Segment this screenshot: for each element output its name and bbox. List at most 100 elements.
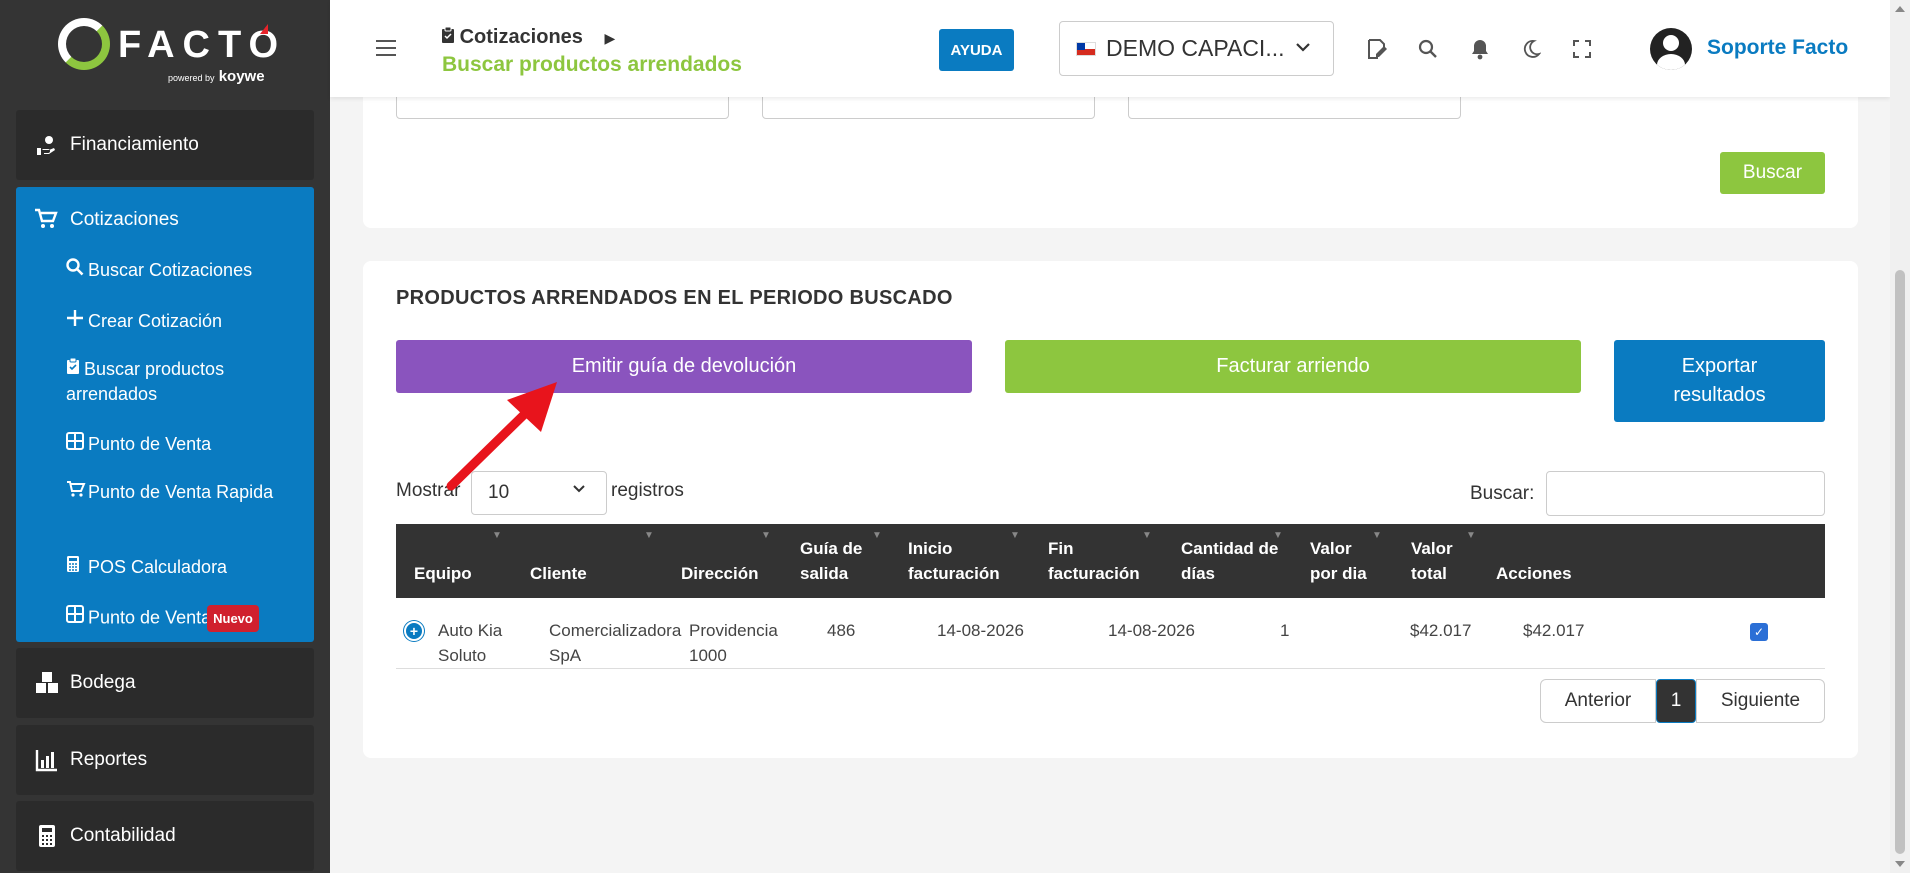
col-fin[interactable]: Fin facturación — [1048, 536, 1140, 586]
sort-icon: ▼ — [1142, 530, 1152, 541]
sidebar-item-cotizaciones[interactable]: Cotizaciones — [16, 208, 179, 231]
calculator-icon — [34, 823, 60, 849]
chevron-down-icon — [1295, 39, 1311, 60]
col-valor-total[interactable]: Valor total — [1411, 536, 1453, 586]
scrollbar-thumb[interactable] — [1895, 270, 1905, 854]
facto-logo[interactable]: FACTO powered by koywe — [58, 18, 278, 88]
user-name[interactable]: Soporte Facto — [1707, 36, 1848, 60]
grid-icon — [66, 605, 88, 630]
col-cliente[interactable]: Cliente — [530, 561, 587, 586]
sort-icon: ▼ — [761, 530, 771, 541]
export-results-button[interactable]: Exportar resultados — [1614, 340, 1825, 422]
clipboard-icon — [442, 26, 460, 48]
table-header: Equipo ▼ Cliente ▼ Dirección ▼ Guía de sa… — [396, 524, 1825, 598]
col-equipo[interactable]: Equipo — [414, 561, 472, 586]
results-card: PRODUCTOS ARRENDADOS EN EL PERIODO BUSCA… — [363, 261, 1858, 758]
sort-icon: ▼ — [492, 530, 502, 541]
user-avatar[interactable] — [1650, 28, 1692, 70]
col-acciones: Acciones — [1496, 564, 1572, 583]
sort-icon: ▼ — [1466, 530, 1476, 541]
sidebar-item-label: Cotizaciones — [70, 209, 179, 230]
sort-icon: ▼ — [1372, 530, 1382, 541]
sidebar-item-financiamiento[interactable]: Financiamiento — [16, 110, 314, 180]
sidebar-item-bodega[interactable]: Bodega — [16, 648, 314, 718]
cart-icon — [34, 207, 58, 237]
col-inicio[interactable]: Inicio facturación — [908, 536, 1000, 586]
annotation-arrow-icon — [446, 382, 557, 491]
cell-guia: 486 — [827, 621, 856, 640]
cell-dias: 1 — [1280, 621, 1290, 640]
search-icon[interactable] — [1415, 36, 1441, 62]
sidebar-subitem-punto-de-venta-rapida[interactable]: Punto de Venta Rapida — [66, 480, 296, 505]
records-label: registros — [611, 480, 684, 501]
caret-right-icon: ▶ — [604, 30, 616, 46]
grid-icon — [66, 432, 88, 457]
sidebar-item-label: Reportes — [70, 749, 148, 770]
facto-logo-mark-icon — [58, 18, 110, 70]
row-select-checkbox[interactable]: ✓ — [1750, 623, 1768, 641]
sidebar-item-reportes[interactable]: Reportes — [16, 725, 314, 795]
sidebar-group-cotizaciones: Cotizaciones Buscar Cotizaciones Crear C… — [16, 187, 314, 642]
breadcrumb[interactable]: Cotizaciones ▶ — [442, 26, 615, 49]
sort-icon: ▼ — [872, 530, 882, 541]
chile-flag-icon — [1076, 41, 1096, 56]
bar-chart-icon — [34, 747, 60, 773]
sidebar-subitem-punto-de-venta[interactable]: Punto de Venta — [66, 432, 296, 457]
boxes-icon — [34, 670, 60, 696]
invoice-rental-button[interactable]: Facturar arriendo — [1005, 340, 1581, 393]
pagination-previous[interactable]: Anterior — [1540, 679, 1656, 723]
page-title: Buscar productos arrendados — [442, 53, 742, 76]
cell-direccion: Providencia 1000 — [689, 621, 778, 665]
sidebar-item-label: Contabilidad — [70, 825, 176, 846]
pagination-next[interactable]: Siguiente — [1696, 679, 1825, 723]
logo-powered-by: powered by koywe — [168, 68, 265, 85]
plus-icon — [66, 309, 88, 334]
dark-mode-moon-icon[interactable] — [1518, 36, 1544, 62]
cell-fin: 14-08-2026 — [1108, 621, 1195, 640]
sort-icon: ▼ — [644, 530, 654, 541]
fullscreen-icon[interactable] — [1569, 36, 1595, 62]
cell-equipo: Auto Kia Soluto — [438, 621, 503, 665]
sidebar-item-contabilidad[interactable]: Contabilidad — [16, 801, 314, 871]
search-icon — [66, 258, 88, 283]
col-valor-dia[interactable]: Valor por dia — [1310, 536, 1367, 586]
sidebar-subitem-buscar-productos-arrendados[interactable]: Buscar productos arrendados — [66, 357, 296, 407]
bell-icon[interactable] — [1467, 36, 1493, 62]
table-search-input[interactable] — [1546, 471, 1825, 516]
logo-accent-icon — [260, 24, 268, 34]
sort-icon: ▼ — [1273, 530, 1283, 541]
help-button[interactable]: AYUDA — [939, 29, 1014, 71]
company-selector[interactable]: DEMO CAPACI... — [1059, 21, 1334, 76]
expand-row-icon[interactable]: + — [404, 621, 424, 641]
sidebar-subitem-buscar-cotizaciones[interactable]: Buscar Cotizaciones — [66, 258, 296, 283]
page-scrollbar[interactable] — [1890, 0, 1910, 873]
table-row: + Auto Kia Soluto Comercializadora SpA Pro… — [396, 598, 1825, 669]
search-button[interactable]: Buscar — [1720, 152, 1825, 194]
sidebar-item-label: Financiamiento — [70, 134, 199, 155]
sidebar-item-label: Bodega — [70, 672, 136, 693]
sidebar-subitem-crear-cotizacion[interactable]: Crear Cotización — [66, 309, 296, 334]
table-search-label: Buscar: — [1470, 483, 1535, 504]
sidebar: FACTO powered by koywe Financiamiento Co… — [0, 0, 330, 873]
breadcrumb-label: Cotizaciones — [459, 26, 583, 48]
new-badge: Nuevo — [207, 605, 259, 632]
col-guia[interactable]: Guía de salida — [800, 536, 862, 586]
sidebar-subitem-pos-calculadora[interactable]: POS Calculadora — [66, 555, 296, 580]
cell-valor-total: $42.017 — [1523, 621, 1585, 640]
col-cantidad[interactable]: Cantidad de días — [1181, 536, 1278, 586]
pagination-page-1[interactable]: 1 — [1656, 679, 1696, 723]
cart-plus-icon — [66, 480, 88, 505]
sort-icon: ▼ — [1010, 530, 1020, 541]
cell-inicio: 14-08-2026 — [937, 621, 1024, 640]
cell-cliente: Comercializadora SpA — [549, 621, 682, 665]
scroll-down-icon[interactable] — [1895, 861, 1905, 867]
edit-document-icon[interactable] — [1364, 36, 1390, 62]
hand-money-icon — [34, 132, 60, 158]
scroll-up-icon[interactable] — [1895, 6, 1905, 12]
section-title: PRODUCTOS ARRENDADOS EN EL PERIODO BUSCA… — [396, 287, 953, 309]
sidebar-subitem-punto-de-venta-nuevo[interactable]: Punto de Venta Nuevo — [66, 605, 296, 632]
menu-toggle-icon[interactable] — [376, 40, 396, 56]
col-direccion[interactable]: Dirección — [681, 561, 758, 586]
clipboard-check-icon — [66, 357, 84, 382]
calculator-icon — [66, 555, 88, 580]
